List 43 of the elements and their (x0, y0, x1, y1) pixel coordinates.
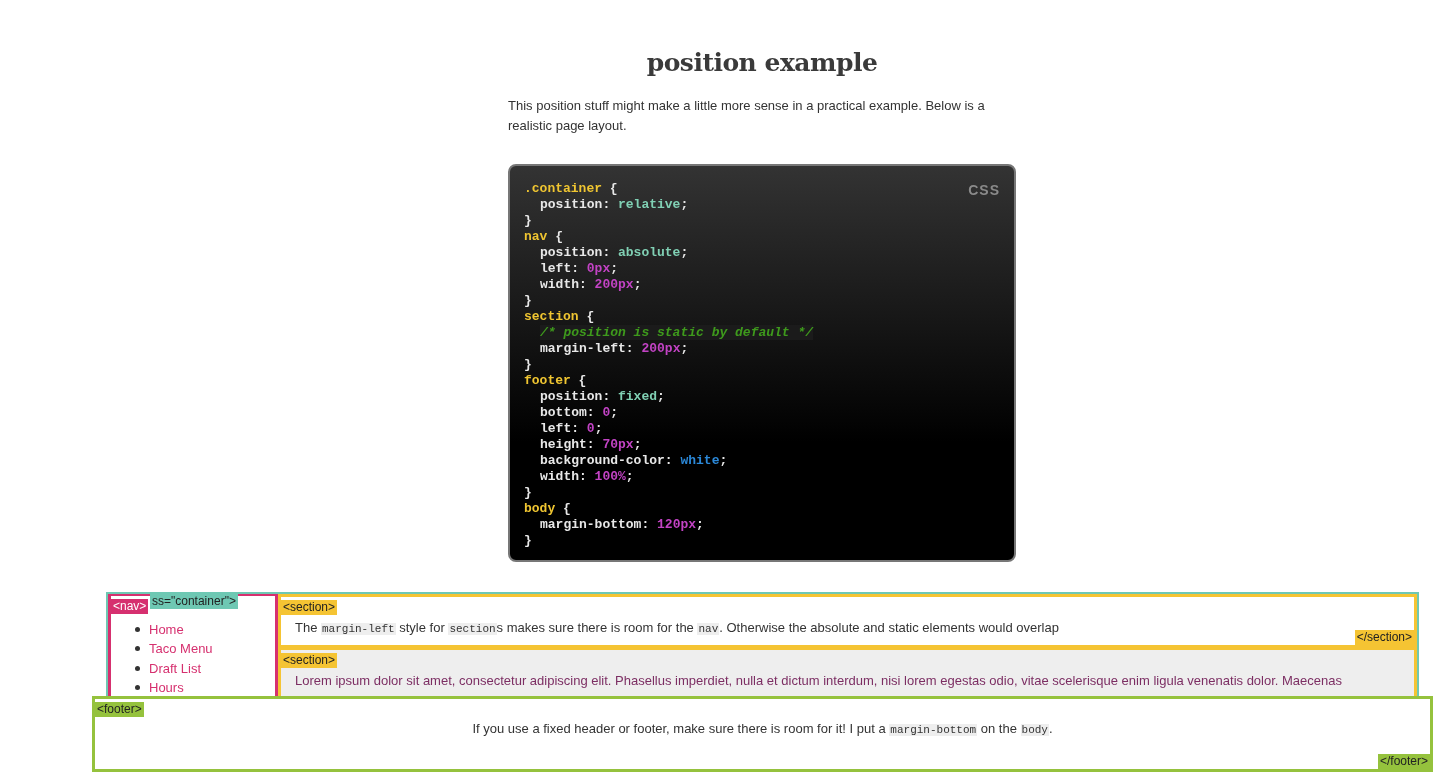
code-line: section { (524, 309, 595, 325)
tag-label: </section> (1354, 630, 1414, 645)
code-line: position: relative; (540, 197, 689, 213)
code-line: position: fixed; (540, 389, 665, 405)
code-line: width: 100%; (540, 469, 634, 485)
bullet-icon (135, 626, 140, 632)
code-line: left: 0; (540, 421, 603, 437)
code-line: margin-bottom: 120px; (540, 517, 704, 533)
code-line: footer { (524, 373, 587, 389)
tag-label: <footer> (95, 702, 144, 717)
intro-paragraph: This position stuff might make a little more sense in a practical example. Below is a realistic page layout. (508, 97, 986, 135)
bullet-icon (135, 646, 140, 652)
code-line: } (524, 533, 532, 549)
code-line: body { (524, 501, 571, 517)
code-line: position: absolute; (540, 245, 689, 261)
code-line: background-color: white; (540, 453, 728, 469)
code-line: } (524, 213, 532, 229)
code-line: bottom: 0; (540, 405, 619, 421)
tag-label: <section> (281, 600, 338, 615)
code-line: margin-left: 200px; (540, 341, 689, 357)
nav-link[interactable]: Home (149, 619, 184, 639)
tag-label: <nav> (111, 599, 149, 614)
section-text: The margin-left style for sections makes sure there is room for the nav. Otherwise the absolute and static elements would overlap (295, 618, 1059, 637)
page-title: position example (645, 48, 879, 78)
tag-label: ss="container"> (150, 594, 238, 609)
section-text: Lorem ipsum dolor sit amet, consectetur adipiscing elit. Phasellus imperdiet, nulla et dictum interdum, nisi lorem egestas odio, vitae scelerisque enim ligula venenatis dolor. Maecenas (295, 671, 1343, 690)
code-line: } (524, 293, 532, 309)
tag-label: <section> (281, 653, 338, 668)
bullet-icon (135, 665, 140, 671)
code-line: width: 200px; (540, 277, 642, 293)
footer-text: If you use a fixed header or footer, make sure there is room for it! I put a margin-bottom on the body. (471, 719, 1054, 738)
code-line: } (524, 485, 532, 501)
nav-link[interactable]: Draft List (149, 658, 201, 678)
code-line: } (524, 357, 532, 373)
tag-label: </footer> (1377, 754, 1430, 769)
code-line: .container { (524, 181, 618, 197)
nav-link[interactable]: Hours (149, 678, 184, 698)
code-line: nav { (524, 229, 563, 245)
language-label: CSS (968, 182, 1000, 198)
code-line: height: 70px; (540, 437, 642, 453)
nav-link[interactable]: Taco Menu (149, 639, 213, 659)
bullet-icon (135, 685, 140, 691)
code-line: left: 0px; (540, 261, 619, 277)
